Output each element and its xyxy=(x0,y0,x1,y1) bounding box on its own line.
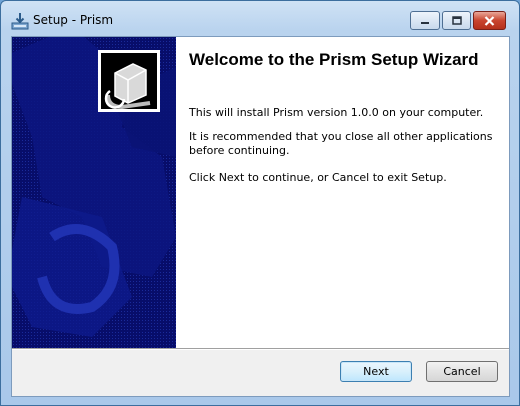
maximize-button[interactable] xyxy=(442,11,471,30)
next-button[interactable]: Next xyxy=(340,361,412,382)
setup-window: Setup - Prism Welcome to the Prism Setup… xyxy=(0,0,520,406)
button-area-divider xyxy=(12,348,509,350)
wizard-body: Welcome to the Prism Setup Wizard This w… xyxy=(11,36,510,397)
window-title: Setup - Prism xyxy=(33,13,114,27)
close-icon xyxy=(484,15,495,26)
title-bar[interactable]: Setup - Prism xyxy=(1,1,519,37)
cancel-button[interactable]: Cancel xyxy=(426,361,498,382)
installer-box-logo xyxy=(98,50,160,112)
minimize-icon xyxy=(421,21,429,24)
close-button[interactable] xyxy=(473,11,506,30)
maximize-icon xyxy=(451,16,462,25)
minimize-button[interactable] xyxy=(410,11,440,30)
continue-instructions-text: Click Next to continue, or Cancel to exi… xyxy=(189,171,447,184)
sidebar-artwork xyxy=(12,37,176,348)
welcome-panel: Welcome to the Prism Setup Wizard This w… xyxy=(176,37,509,348)
install-info-text: This will install Prism version 1.0.0 on… xyxy=(189,106,484,119)
wizard-sidebar-image xyxy=(12,37,176,348)
setup-installer-icon xyxy=(11,13,29,30)
welcome-heading: Welcome to the Prism Setup Wizard xyxy=(189,50,479,69)
close-apps-text: It is recommended that you close all oth… xyxy=(189,130,493,157)
